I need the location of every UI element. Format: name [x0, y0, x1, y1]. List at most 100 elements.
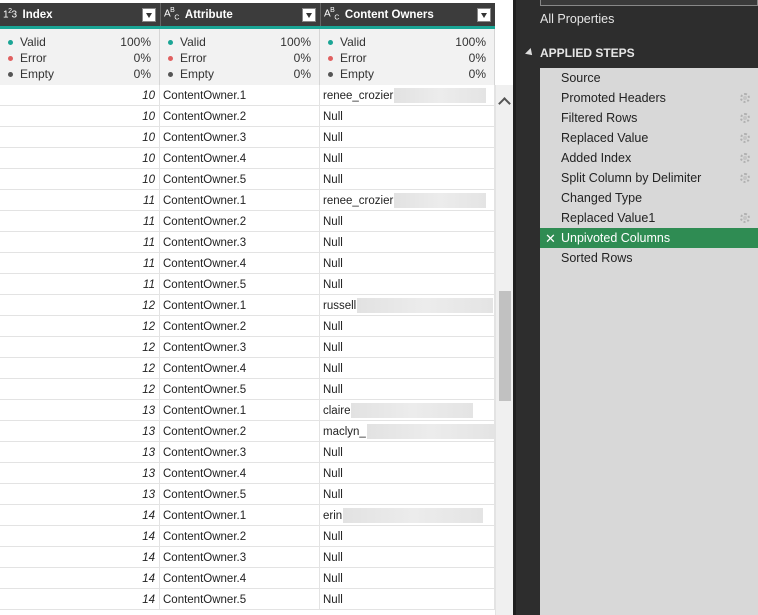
- cell-content-owner[interactable]: Null: [320, 211, 495, 232]
- column-header-index[interactable]: 123 Index: [0, 3, 160, 26]
- cell-content-owner[interactable]: Null: [320, 358, 495, 379]
- applied-step-item[interactable]: Replaced Value1: [540, 208, 758, 228]
- cell-index[interactable]: 10: [0, 106, 160, 127]
- text-type-icon[interactable]: ABC: [324, 7, 339, 21]
- table-row[interactable]: 10 ContentOwner.2 Null: [0, 106, 495, 127]
- cell-index[interactable]: 12: [0, 316, 160, 337]
- applied-step-item[interactable]: Changed Type: [540, 188, 758, 208]
- cell-attribute[interactable]: ContentOwner.5: [160, 589, 320, 610]
- cell-content-owner[interactable]: Null: [320, 568, 495, 589]
- cell-index[interactable]: 13: [0, 400, 160, 421]
- text-type-icon[interactable]: ABC: [164, 7, 179, 21]
- cell-index[interactable]: 11: [0, 253, 160, 274]
- cell-attribute[interactable]: ContentOwner.3: [160, 127, 320, 148]
- cell-content-owner[interactable]: Null: [320, 484, 495, 505]
- cell-attribute[interactable]: ContentOwner.3: [160, 232, 320, 253]
- column-header-attribute[interactable]: ABC Attribute: [160, 3, 320, 26]
- cell-attribute[interactable]: ContentOwner.3: [160, 547, 320, 568]
- cell-content-owner[interactable]: Null: [320, 547, 495, 568]
- cell-index[interactable]: 11: [0, 232, 160, 253]
- table-row[interactable]: 11 ContentOwner.5 Null: [0, 274, 495, 295]
- cell-index[interactable]: 12: [0, 295, 160, 316]
- cell-content-owner[interactable]: Null: [320, 106, 495, 127]
- table-row[interactable]: 14 ContentOwner.4 Null: [0, 568, 495, 589]
- cell-index[interactable]: 10: [0, 148, 160, 169]
- cell-content-owner[interactable]: Null: [320, 316, 495, 337]
- step-settings-gear-icon[interactable]: [740, 153, 750, 163]
- step-settings-gear-icon[interactable]: [740, 93, 750, 103]
- applied-step-item[interactable]: Source: [540, 68, 758, 88]
- cell-attribute[interactable]: ContentOwner.5: [160, 169, 320, 190]
- cell-index[interactable]: 12: [0, 337, 160, 358]
- cell-attribute[interactable]: ContentOwner.4: [160, 358, 320, 379]
- cell-attribute[interactable]: ContentOwner.1: [160, 85, 320, 106]
- cell-attribute[interactable]: ContentOwner.4: [160, 463, 320, 484]
- applied-step-item[interactable]: Filtered Rows: [540, 108, 758, 128]
- filter-dropdown-icon[interactable]: [477, 7, 491, 22]
- table-row[interactable]: 14 ContentOwner.3 Null: [0, 547, 495, 568]
- cell-index[interactable]: 14: [0, 505, 160, 526]
- step-settings-gear-icon[interactable]: [740, 213, 750, 223]
- table-row[interactable]: 10 ContentOwner.4 Null: [0, 148, 495, 169]
- cell-content-owner[interactable]: Null: [320, 148, 495, 169]
- cell-attribute[interactable]: ContentOwner.5: [160, 274, 320, 295]
- applied-step-item[interactable]: ✕ Unpivoted Columns: [540, 228, 758, 248]
- cell-content-owner[interactable]: claire: [320, 400, 495, 421]
- scroll-up-icon[interactable]: [498, 97, 511, 110]
- cell-content-owner[interactable]: Null: [320, 379, 495, 400]
- cell-content-owner[interactable]: Null: [320, 526, 495, 547]
- collapse-triangle-icon[interactable]: [525, 48, 535, 58]
- cell-content-owner[interactable]: renee_crozier: [320, 85, 495, 106]
- cell-attribute[interactable]: ContentOwner.2: [160, 421, 320, 442]
- cell-content-owner[interactable]: renee_crozier: [320, 190, 495, 211]
- table-row[interactable]: 13 ContentOwner.1 claire: [0, 400, 495, 421]
- cell-index[interactable]: 14: [0, 589, 160, 610]
- applied-step-item[interactable]: Replaced Value: [540, 128, 758, 148]
- cell-index[interactable]: 11: [0, 211, 160, 232]
- cell-content-owner[interactable]: Null: [320, 274, 495, 295]
- table-row[interactable]: 11 ContentOwner.3 Null: [0, 232, 495, 253]
- cell-attribute[interactable]: ContentOwner.2: [160, 106, 320, 127]
- cell-attribute[interactable]: ContentOwner.1: [160, 190, 320, 211]
- number-type-icon[interactable]: 123: [3, 8, 17, 20]
- cell-index[interactable]: 13: [0, 442, 160, 463]
- cell-attribute[interactable]: ContentOwner.4: [160, 568, 320, 589]
- cell-content-owner[interactable]: Null: [320, 169, 495, 190]
- table-row[interactable]: 14 ContentOwner.2 Null: [0, 526, 495, 547]
- cell-attribute[interactable]: ContentOwner.3: [160, 337, 320, 358]
- applied-step-item[interactable]: Split Column by Delimiter: [540, 168, 758, 188]
- cell-index[interactable]: 10: [0, 127, 160, 148]
- cell-content-owner[interactable]: Null: [320, 442, 495, 463]
- cell-index[interactable]: 12: [0, 358, 160, 379]
- cell-content-owner[interactable]: Null: [320, 127, 495, 148]
- cell-attribute[interactable]: ContentOwner.1: [160, 505, 320, 526]
- table-row[interactable]: 12 ContentOwner.3 Null: [0, 337, 495, 358]
- cell-attribute[interactable]: ContentOwner.5: [160, 484, 320, 505]
- applied-step-item[interactable]: Promoted Headers: [540, 88, 758, 108]
- table-row[interactable]: 10 ContentOwner.5 Null: [0, 169, 495, 190]
- table-row[interactable]: 12 ContentOwner.1 russell: [0, 295, 495, 316]
- cell-content-owner[interactable]: Null: [320, 337, 495, 358]
- cell-index[interactable]: 11: [0, 274, 160, 295]
- cell-content-owner[interactable]: Null: [320, 463, 495, 484]
- table-row[interactable]: 13 ContentOwner.3 Null: [0, 442, 495, 463]
- cell-index[interactable]: 13: [0, 463, 160, 484]
- table-row[interactable]: 12 ContentOwner.2 Null: [0, 316, 495, 337]
- cell-attribute[interactable]: ContentOwner.3: [160, 442, 320, 463]
- applied-step-item[interactable]: Added Index: [540, 148, 758, 168]
- step-settings-gear-icon[interactable]: [740, 133, 750, 143]
- table-row[interactable]: 10 ContentOwner.1 renee_crozier: [0, 85, 495, 106]
- all-properties-link[interactable]: All Properties: [540, 12, 614, 26]
- applied-steps-header[interactable]: APPLIED STEPS: [525, 46, 635, 60]
- cell-attribute[interactable]: ContentOwner.1: [160, 295, 320, 316]
- column-header-content-owners[interactable]: ABC Content Owners: [320, 3, 495, 26]
- cell-content-owner[interactable]: maclyn_: [320, 421, 495, 442]
- table-row[interactable]: 12 ContentOwner.4 Null: [0, 358, 495, 379]
- applied-step-item[interactable]: Sorted Rows: [540, 248, 758, 268]
- cell-attribute[interactable]: ContentOwner.1: [160, 400, 320, 421]
- cell-index[interactable]: 14: [0, 547, 160, 568]
- table-row[interactable]: 12 ContentOwner.5 Null: [0, 379, 495, 400]
- table-row[interactable]: 14 ContentOwner.5 Null: [0, 589, 495, 610]
- cell-attribute[interactable]: ContentOwner.5: [160, 379, 320, 400]
- cell-index[interactable]: 12: [0, 379, 160, 400]
